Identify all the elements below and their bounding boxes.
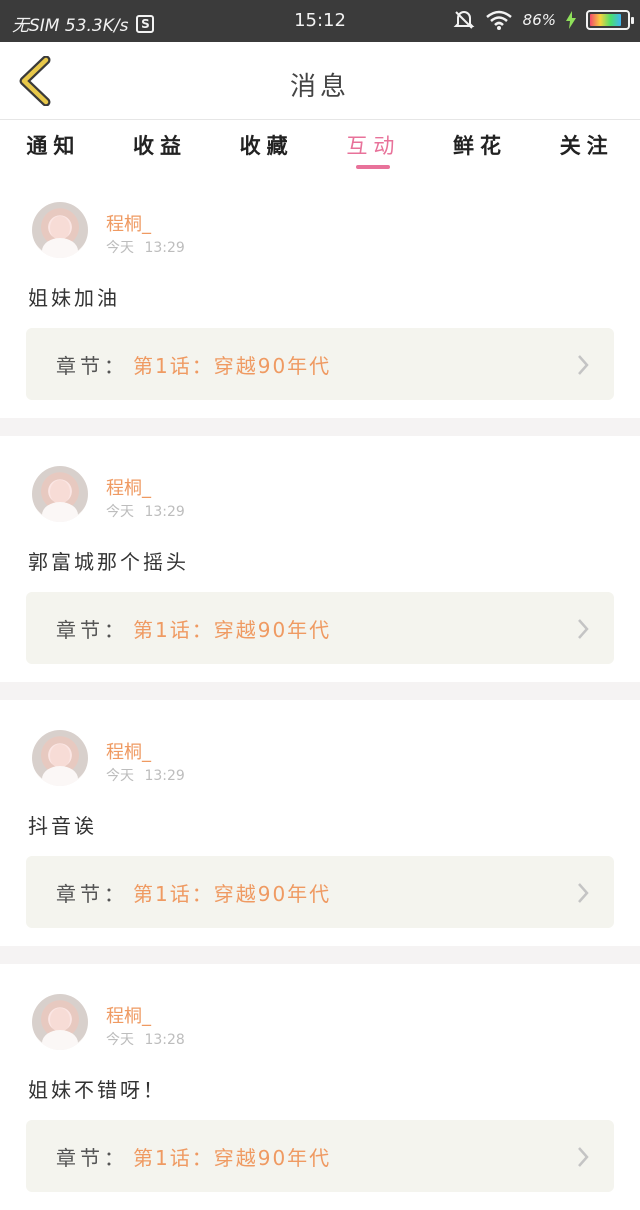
chevron-right-icon (578, 1147, 589, 1167)
list-item: 程桐_ 今天 13:29 姐妹加油 章节： 第1话：穿越90年代 (0, 172, 640, 418)
message-list: 程桐_ 今天 13:29 姐妹加油 章节： 第1话：穿越90年代 程桐_ 今天 … (0, 172, 640, 1210)
tab-earnings[interactable]: 收益 (107, 121, 214, 171)
chapter-link[interactable]: 章节： 第1话：穿越90年代 (26, 856, 614, 928)
chapter-link[interactable]: 章节： 第1话：穿越90年代 (26, 592, 614, 664)
timestamp: 今天 13:29 (106, 768, 185, 784)
chapter-label: 章节： (56, 618, 128, 642)
chapter-link[interactable]: 章节： 第1话：穿越90年代 (26, 1120, 614, 1192)
message-content: 姐妹加油 (28, 286, 120, 310)
list-item: 程桐_ 今天 13:29 抖音诶 章节： 第1话：穿越90年代 (0, 700, 640, 946)
username[interactable]: 程桐_ (106, 1002, 151, 1028)
chapter-title: 第1话：穿越90年代 (133, 882, 332, 906)
avatar[interactable] (32, 466, 88, 522)
header: 消息 (0, 42, 640, 120)
chapter-title: 第1话：穿越90年代 (133, 1146, 332, 1170)
tab-interactions[interactable]: 互动 (320, 121, 427, 171)
tab-following[interactable]: 关注 (533, 121, 640, 171)
chapter-title: 第1话：穿越90年代 (133, 354, 332, 378)
chevron-right-icon (578, 355, 589, 375)
mute-bell-icon (453, 11, 475, 29)
tab-notifications[interactable]: 通知 (0, 121, 107, 171)
divider (0, 946, 640, 964)
chevron-right-icon (578, 619, 589, 639)
status-bar: 无SIM 53.3K/s S 15:12 86% (0, 0, 640, 42)
chevron-right-icon (578, 883, 589, 903)
avatar[interactable] (32, 202, 88, 258)
list-item: 程桐_ 今天 13:28 姐妹不错呀！ 章节： 第1话：穿越90年代 (0, 964, 640, 1210)
avatar[interactable] (32, 994, 88, 1050)
battery-percent: 86% (522, 11, 556, 29)
tab-bar: 通知 收益 收藏 互动 鲜花 关注 (0, 121, 640, 171)
username[interactable]: 程桐_ (106, 210, 151, 236)
timestamp: 今天 13:28 (106, 1032, 185, 1048)
timestamp: 今天 13:29 (106, 240, 185, 256)
message-content: 抖音诶 (28, 814, 97, 838)
wifi-icon (485, 10, 512, 30)
timestamp: 今天 13:29 (106, 504, 185, 520)
page-title: 消息 (289, 72, 350, 102)
charging-icon (566, 11, 576, 29)
divider (0, 682, 640, 700)
username[interactable]: 程桐_ (106, 738, 151, 764)
chapter-label: 章节： (56, 882, 128, 906)
divider (0, 418, 640, 436)
list-item: 程桐_ 今天 13:29 郭富城那个摇头 章节： 第1话：穿越90年代 (0, 436, 640, 682)
tab-flowers[interactable]: 鲜花 (427, 121, 534, 171)
chapter-title: 第1话：穿越90年代 (133, 618, 332, 642)
status-right: 86% (453, 9, 634, 31)
chapter-link[interactable]: 章节： 第1话：穿越90年代 (26, 328, 614, 400)
chapter-label: 章节： (56, 354, 128, 378)
chapter-label: 章节： (56, 1146, 128, 1170)
username[interactable]: 程桐_ (106, 474, 151, 500)
avatar[interactable] (32, 730, 88, 786)
battery-icon (586, 10, 634, 30)
message-content: 姐妹不错呀！ (28, 1078, 166, 1102)
tab-favorites[interactable]: 收藏 (213, 121, 320, 171)
message-content: 郭富城那个摇头 (28, 550, 189, 574)
